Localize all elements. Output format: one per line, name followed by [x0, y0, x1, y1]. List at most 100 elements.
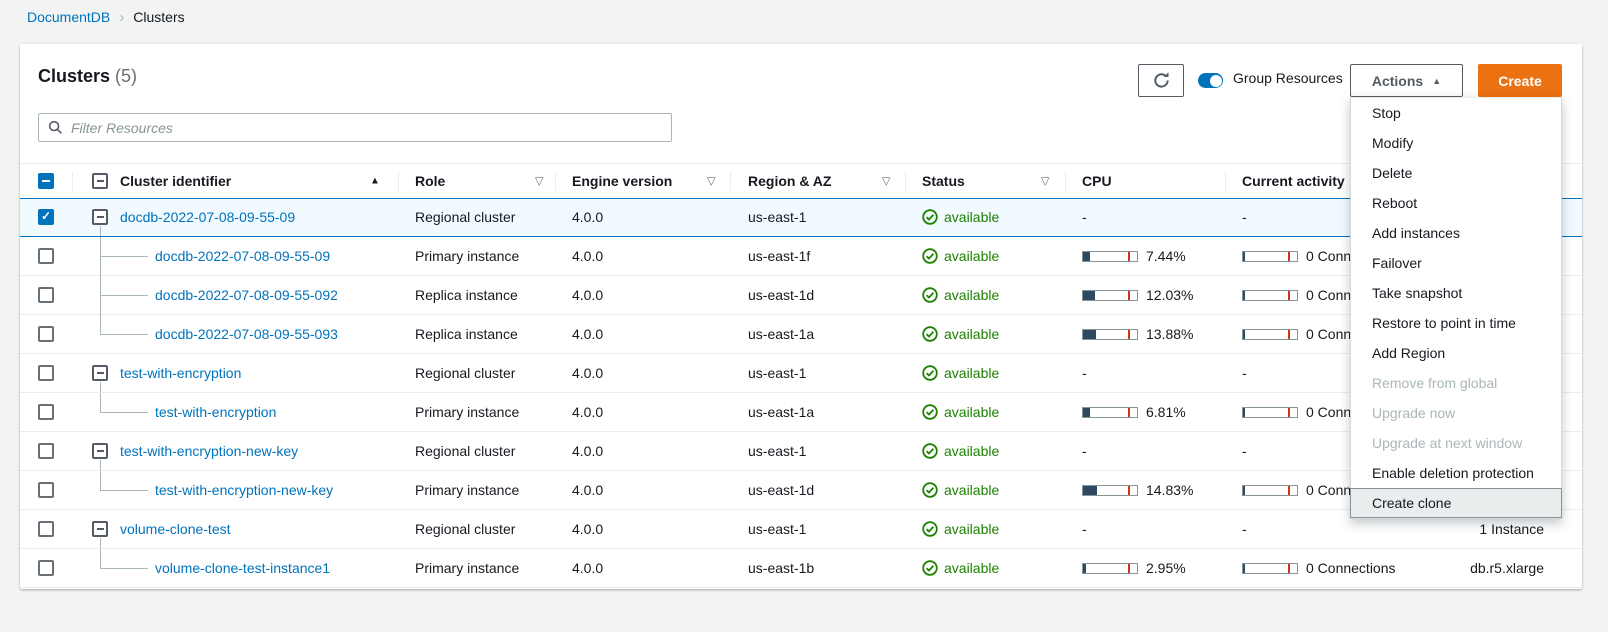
- row-checkbox[interactable]: [38, 560, 54, 576]
- menu-item-reboot[interactable]: Reboot: [1351, 188, 1561, 218]
- tree-connector-line: [100, 549, 148, 569]
- row-checkbox[interactable]: [38, 521, 54, 537]
- menu-item-create-clone[interactable]: Create clone: [1350, 488, 1562, 518]
- cluster-link[interactable]: volume-clone-test: [120, 521, 231, 537]
- collapse-row-icon[interactable]: [92, 365, 108, 381]
- column-header-cpu[interactable]: CPU: [1082, 173, 1112, 189]
- documentdb-console-page: DocumentDB › Clusters Clusters(5) Group …: [0, 0, 1608, 632]
- table-row[interactable]: volume-clone-test-instance1 Primary inst…: [20, 549, 1582, 588]
- threshold-tick-icon: [1288, 291, 1290, 300]
- column-header-current-activity[interactable]: Current activity: [1242, 173, 1345, 189]
- column-header-role[interactable]: Role: [415, 173, 445, 189]
- region-az-cell: us-east-1a: [748, 404, 814, 420]
- table-body: docdb-2022-07-08-09-55-09 Regional clust…: [20, 198, 1582, 588]
- menu-item-enable-deletion-protection[interactable]: Enable deletion protection: [1351, 458, 1561, 488]
- cluster-link[interactable]: test-with-encryption-new-key: [155, 482, 333, 498]
- chevron-up-icon: ▲: [1432, 76, 1441, 86]
- table-row[interactable]: docdb-2022-07-08-09-55-09 Regional clust…: [20, 198, 1582, 237]
- menu-item-add-region[interactable]: Add Region: [1351, 338, 1561, 368]
- table-header: Cluster identifier ▲ Role ▽ Engine versi…: [20, 163, 1582, 198]
- region-az-cell: us-east-1: [748, 443, 806, 459]
- current-activity-cell: -: [1242, 443, 1247, 459]
- breadcrumb-root-link[interactable]: DocumentDB: [27, 9, 110, 25]
- actions-dropdown-menu: Stop Modify Delete Reboot Add instances …: [1350, 97, 1562, 519]
- select-all-checkbox[interactable]: [38, 173, 54, 189]
- threshold-tick-icon: [1288, 564, 1290, 573]
- row-checkbox[interactable]: [38, 209, 54, 225]
- filter-input[interactable]: [71, 120, 662, 136]
- menu-item-label: Create clone: [1372, 495, 1451, 511]
- sort-ascending-icon[interactable]: ▲: [370, 176, 380, 187]
- available-check-icon: [922, 482, 938, 498]
- cluster-link[interactable]: docdb-2022-07-08-09-55-09: [155, 248, 330, 264]
- table-row[interactable]: docdb-2022-07-08-09-55-093 Replica insta…: [20, 315, 1582, 354]
- status-text: available: [944, 560, 999, 576]
- engine-version-cell: 4.0.0: [572, 287, 603, 303]
- clusters-panel: Clusters(5) Group Resources Actions ▲ Cr…: [20, 44, 1582, 589]
- available-check-icon: [922, 248, 938, 264]
- table-row[interactable]: test-with-encryption-new-key Regional cl…: [20, 432, 1582, 471]
- table-row[interactable]: test-with-encryption Primary instance 4.…: [20, 393, 1582, 432]
- create-button[interactable]: Create: [1478, 64, 1562, 97]
- row-checkbox[interactable]: [38, 365, 54, 381]
- cluster-link[interactable]: test-with-encryption-new-key: [120, 443, 298, 459]
- cpu-cell: -: [1082, 521, 1087, 537]
- menu-item-take-snapshot[interactable]: Take snapshot: [1351, 278, 1561, 308]
- filter-column-icon[interactable]: ▽: [707, 175, 715, 188]
- status-cell: available: [922, 482, 999, 498]
- table-row[interactable]: docdb-2022-07-08-09-55-09 Primary instan…: [20, 237, 1582, 276]
- filter-column-icon[interactable]: ▽: [1041, 175, 1049, 188]
- column-header-status[interactable]: Status: [922, 173, 965, 189]
- cluster-link[interactable]: test-with-encryption: [155, 404, 276, 420]
- collapse-row-icon[interactable]: [92, 521, 108, 537]
- current-activity-cell: 0 Connections: [1242, 560, 1396, 576]
- menu-item-label: Delete: [1372, 165, 1412, 181]
- filter-column-icon[interactable]: ▽: [882, 175, 890, 188]
- cluster-link[interactable]: docdb-2022-07-08-09-55-092: [155, 287, 338, 303]
- menu-item-stop[interactable]: Stop: [1351, 98, 1561, 128]
- cpu-cell: -: [1082, 365, 1087, 381]
- filter-column-icon[interactable]: ▽: [535, 175, 543, 188]
- cluster-link[interactable]: docdb-2022-07-08-09-55-093: [155, 326, 338, 342]
- table-row[interactable]: test-with-encryption Regional cluster 4.…: [20, 354, 1582, 393]
- row-checkbox[interactable]: [38, 443, 54, 459]
- tree-stub-line: [100, 538, 101, 548]
- status-text: available: [944, 209, 999, 225]
- breadcrumb-current: Clusters: [133, 9, 184, 25]
- cluster-link[interactable]: test-with-encryption: [120, 365, 241, 381]
- menu-item-label: Stop: [1372, 105, 1401, 121]
- region-az-cell: us-east-1b: [748, 560, 814, 576]
- column-header-cluster-identifier[interactable]: Cluster identifier: [120, 173, 231, 189]
- menu-item-delete[interactable]: Delete: [1351, 158, 1561, 188]
- cpu-value: -: [1082, 209, 1087, 225]
- row-checkbox[interactable]: [38, 482, 54, 498]
- table-row[interactable]: volume-clone-test Regional cluster 4.0.0…: [20, 510, 1582, 549]
- table-row[interactable]: docdb-2022-07-08-09-55-092 Replica insta…: [20, 276, 1582, 315]
- menu-item-modify[interactable]: Modify: [1351, 128, 1561, 158]
- panel-title: Clusters(5): [38, 66, 137, 87]
- column-header-engine-version[interactable]: Engine version: [572, 173, 672, 189]
- role-cell: Primary instance: [415, 482, 519, 498]
- cluster-link[interactable]: docdb-2022-07-08-09-55-09: [120, 209, 295, 225]
- refresh-button[interactable]: [1138, 64, 1184, 97]
- cluster-link[interactable]: volume-clone-test-instance1: [155, 560, 330, 576]
- status-text: available: [944, 248, 999, 264]
- actions-button[interactable]: Actions ▲: [1350, 64, 1463, 97]
- collapse-row-icon[interactable]: [92, 209, 108, 225]
- status-cell: available: [922, 326, 999, 342]
- row-checkbox[interactable]: [38, 287, 54, 303]
- column-header-region-az[interactable]: Region & AZ: [748, 173, 831, 189]
- menu-item-restore-to-point-in-time[interactable]: Restore to point in time: [1351, 308, 1561, 338]
- collapse-all-icon[interactable]: [92, 173, 108, 189]
- table-row[interactable]: test-with-encryption-new-key Primary ins…: [20, 471, 1582, 510]
- row-checkbox[interactable]: [38, 326, 54, 342]
- collapse-row-icon[interactable]: [92, 443, 108, 459]
- engine-version-cell: 4.0.0: [572, 404, 603, 420]
- menu-item-add-instances[interactable]: Add instances: [1351, 218, 1561, 248]
- group-resources-toggle[interactable]: [1198, 73, 1223, 88]
- row-checkbox[interactable]: [38, 404, 54, 420]
- row-checkbox[interactable]: [38, 248, 54, 264]
- menu-item-failover[interactable]: Failover: [1351, 248, 1561, 278]
- role-cell: Primary instance: [415, 560, 519, 576]
- status-cell: available: [922, 560, 999, 576]
